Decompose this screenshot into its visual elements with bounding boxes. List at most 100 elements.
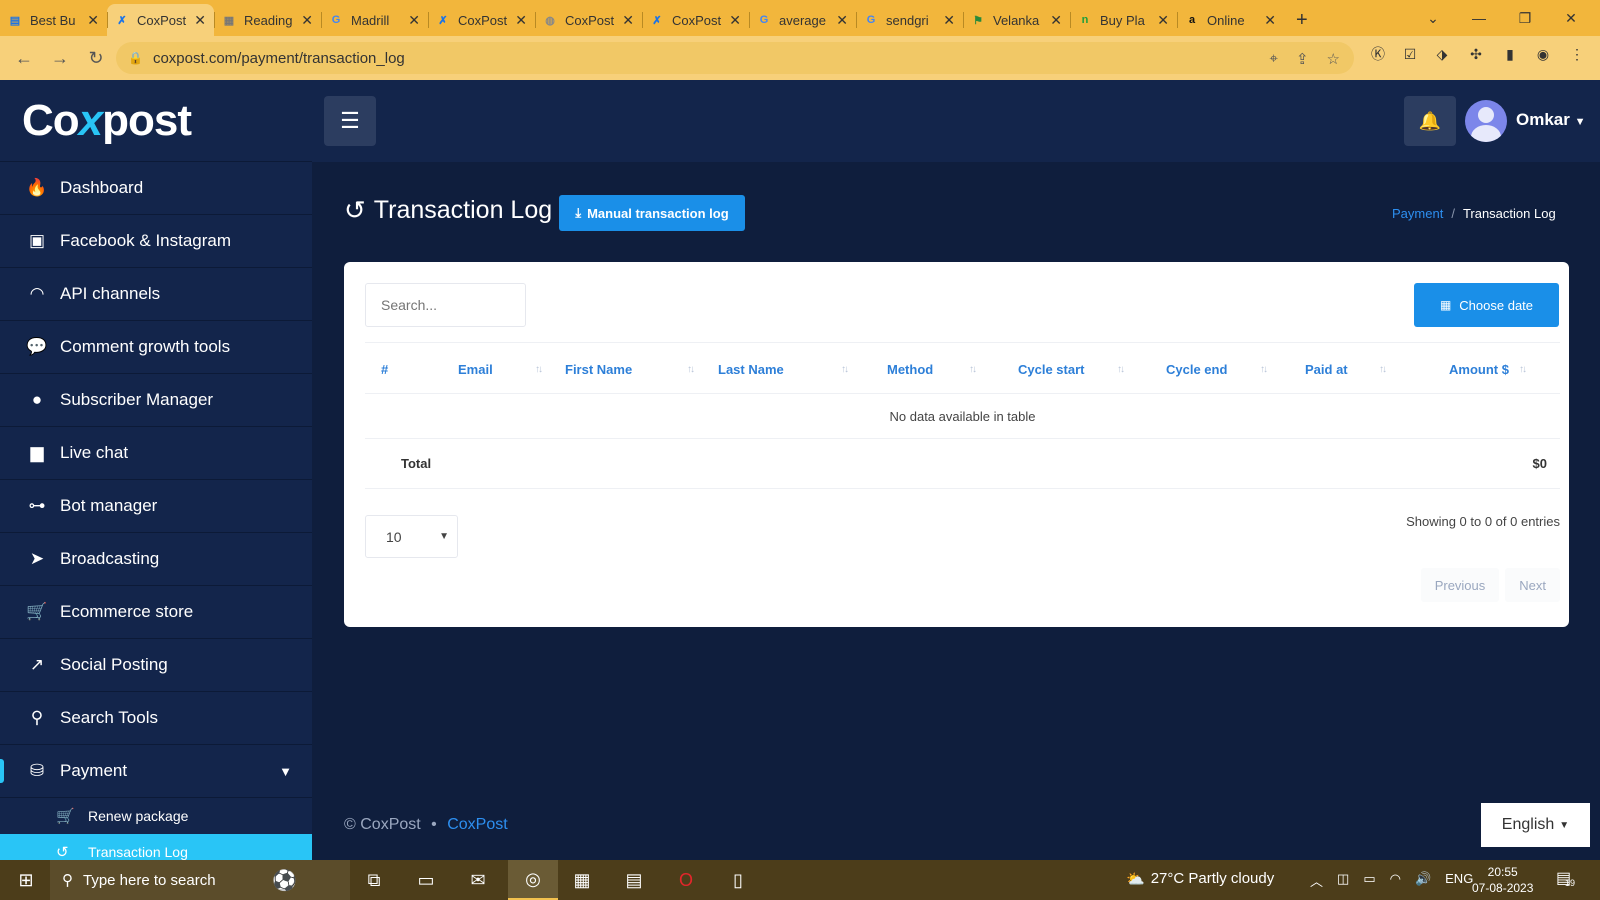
sidebar-subitem-transaction-log[interactable]: ↺ Transaction Log xyxy=(0,834,312,860)
close-tab-icon[interactable]: ✕ xyxy=(301,12,313,29)
page-length-select[interactable]: 10 ▼ xyxy=(365,515,458,558)
avatar[interactable] xyxy=(1465,100,1507,142)
sidebar-item-subscriber-manager[interactable]: ● Subscriber Manager xyxy=(0,374,312,427)
url-text[interactable]: coxpost.com/payment/transaction_log xyxy=(153,50,405,67)
column-header[interactable]: Last Name xyxy=(718,343,784,395)
hamburger-menu-icon[interactable]: ☰ xyxy=(324,96,376,146)
mail-icon[interactable]: ✉ xyxy=(456,860,500,900)
browser-tab[interactable]: ✗ CoxPost ✕ xyxy=(428,4,535,36)
calendar-app-icon[interactable]: ▦ xyxy=(560,860,604,900)
browser-tab[interactable]: G Madrill ✕ xyxy=(321,4,428,36)
browser-tab[interactable]: ⚑ Velanka ✕ xyxy=(963,4,1070,36)
bookmark-star-icon[interactable]: ☆ xyxy=(1327,50,1340,68)
close-tab-icon[interactable]: ✕ xyxy=(515,12,527,29)
user-menu[interactable]: Omkar ▼ xyxy=(1516,110,1586,130)
profile-icon[interactable]: ◉ xyxy=(1533,44,1553,64)
tab-search-icon[interactable]: ⌄ xyxy=(1410,0,1456,36)
column-header[interactable]: Paid at xyxy=(1305,343,1348,395)
extension-check-icon[interactable]: ☑ xyxy=(1400,44,1420,64)
maximize-icon[interactable]: ❐ xyxy=(1502,0,1548,36)
browser-tab[interactable]: Gsendgri ✕ xyxy=(856,4,963,36)
sidebar-item-facebook-instagram[interactable]: ▣ Facebook & Instagram xyxy=(0,215,312,268)
sort-icon[interactable]: ↑↓ xyxy=(687,364,695,375)
sidebar-item-search-tools[interactable]: ⚲ Search Tools xyxy=(0,692,312,745)
windows-start-icon[interactable]: ⊞ xyxy=(8,860,44,900)
sidebar-item-api-channels[interactable]: ◠ API channels xyxy=(0,268,312,321)
next-page-button[interactable]: Next xyxy=(1505,568,1560,602)
sidebar-item-comment-growth-tools[interactable]: 💬 Comment growth tools xyxy=(0,321,312,374)
file-explorer-icon[interactable]: ▭ xyxy=(404,860,448,900)
coxpost-logo[interactable]: Co x post xyxy=(0,80,312,162)
column-header[interactable]: Cycle end xyxy=(1166,343,1227,395)
browser-tab[interactable]: ✗ CoxPost ✕ xyxy=(107,4,214,36)
location-icon[interactable]: ⌖ xyxy=(1270,50,1278,68)
choose-date-button[interactable]: ▦ Choose date xyxy=(1414,283,1559,327)
browser-menu-icon[interactable]: ⋮ xyxy=(1567,44,1587,64)
footer-brand-link[interactable]: CoxPost xyxy=(447,816,507,833)
volume-icon[interactable]: 🔊 xyxy=(1415,871,1431,890)
back-icon[interactable]: ← xyxy=(8,42,40,74)
chevron-up-icon[interactable]: ︿ xyxy=(1310,871,1323,890)
sort-icon[interactable]: ↑↓ xyxy=(535,364,543,375)
sort-icon[interactable]: ↑↓ xyxy=(1260,364,1268,375)
sort-icon[interactable]: ↑↓ xyxy=(1117,364,1125,375)
column-header[interactable]: Email xyxy=(458,343,493,395)
column-header[interactable]: First Name xyxy=(565,343,632,395)
weather-widget[interactable]: ⛅ 27°C Partly cloudy xyxy=(1126,870,1274,888)
sidebar-item-live-chat[interactable]: ▆ Live chat xyxy=(0,427,312,480)
close-tab-icon[interactable]: ✕ xyxy=(729,12,741,29)
sort-icon[interactable]: ↑↓ xyxy=(841,364,849,375)
extension-k-icon[interactable]: Ⓚ xyxy=(1368,44,1388,64)
close-tab-icon[interactable]: ✕ xyxy=(87,12,99,29)
column-header[interactable]: # xyxy=(381,343,388,395)
breadcrumb-payment-link[interactable]: Payment xyxy=(1392,206,1443,221)
battery-icon[interactable]: ▭ xyxy=(1363,871,1375,890)
new-tab-button[interactable]: + xyxy=(1296,4,1308,36)
sort-icon[interactable]: ↑↓ xyxy=(1519,364,1527,375)
manual-transaction-log-button[interactable]: ⤓ Manual transaction log xyxy=(559,195,745,231)
sidebar-item-broadcasting[interactable]: ➤ Broadcasting xyxy=(0,533,312,586)
sidebar-item-ecommerce-store[interactable]: 🛒 Ecommerce store xyxy=(0,586,312,639)
clock[interactable]: 20:55 07-08-2023 xyxy=(1472,864,1533,896)
column-header[interactable]: Amount $ xyxy=(1449,343,1509,395)
sort-icon[interactable]: ↑↓ xyxy=(1379,364,1387,375)
calculator-icon[interactable]: ▤ xyxy=(612,860,656,900)
search-input[interactable] xyxy=(365,283,526,327)
input-language[interactable]: ENG xyxy=(1445,871,1473,890)
close-tab-icon[interactable]: ✕ xyxy=(622,12,634,29)
language-select[interactable]: English ▼ xyxy=(1481,803,1590,847)
extensions-puzzle-icon[interactable]: ✣ xyxy=(1466,44,1486,64)
browser-tab[interactable]: ◍ CoxPost ✕ xyxy=(535,4,642,36)
notification-center-icon[interactable]: ▤ 19 xyxy=(1556,868,1575,888)
reload-icon[interactable]: ↻ xyxy=(80,42,112,74)
notification-bell-icon[interactable]: 🔔 xyxy=(1404,96,1456,146)
notepad-icon[interactable]: ▯ xyxy=(716,860,760,900)
browser-tab[interactable]: ▦ Reading ✕ xyxy=(214,4,321,36)
browser-tab[interactable]: ✗ CoxPost ✕ xyxy=(642,4,749,36)
share-icon[interactable]: ⇪ xyxy=(1296,50,1309,68)
previous-page-button[interactable]: Previous xyxy=(1420,568,1500,602)
browser-tab[interactable]: ▤ Best Bu ✕ xyxy=(0,4,107,36)
close-tab-icon[interactable]: ✕ xyxy=(1157,12,1169,29)
close-tab-icon[interactable]: ✕ xyxy=(836,12,848,29)
url-omnibox[interactable]: 🔒 coxpost.com/payment/transaction_log ⌖ … xyxy=(116,42,1354,74)
task-view-icon[interactable]: ⧉ xyxy=(352,860,396,900)
close-tab-icon[interactable]: ✕ xyxy=(408,12,420,29)
minimize-icon[interactable]: — xyxy=(1456,0,1502,36)
browser-tab[interactable]: a Online ✕ xyxy=(1177,4,1284,36)
forward-icon[interactable]: → xyxy=(44,42,76,74)
close-tab-icon[interactable]: ✕ xyxy=(194,12,206,29)
side-panel-icon[interactable]: ▮ xyxy=(1500,44,1520,64)
close-tab-icon[interactable]: ✕ xyxy=(1264,12,1276,29)
browser-tab[interactable]: n Buy Pla ✕ xyxy=(1070,4,1177,36)
close-tab-icon[interactable]: ✕ xyxy=(1050,12,1062,29)
opera-icon[interactable]: O xyxy=(664,860,708,900)
sidebar-item-dashboard[interactable]: 🔥 Dashboard xyxy=(0,162,312,215)
sidebar-item-social-posting[interactable]: ↗ Social Posting xyxy=(0,639,312,692)
sidebar-subitem-renew-package[interactable]: 🛒 Renew package xyxy=(0,798,312,834)
close-tab-icon[interactable]: ✕ xyxy=(943,12,955,29)
sidebar-item-payment[interactable]: ⛁ Payment ▼ xyxy=(0,745,312,798)
column-header[interactable]: Cycle start xyxy=(1018,343,1084,395)
wifi-icon[interactable]: ◠ xyxy=(1390,871,1401,890)
taskbar-search[interactable]: ⚲ Type here to search ⚽ xyxy=(50,860,350,900)
